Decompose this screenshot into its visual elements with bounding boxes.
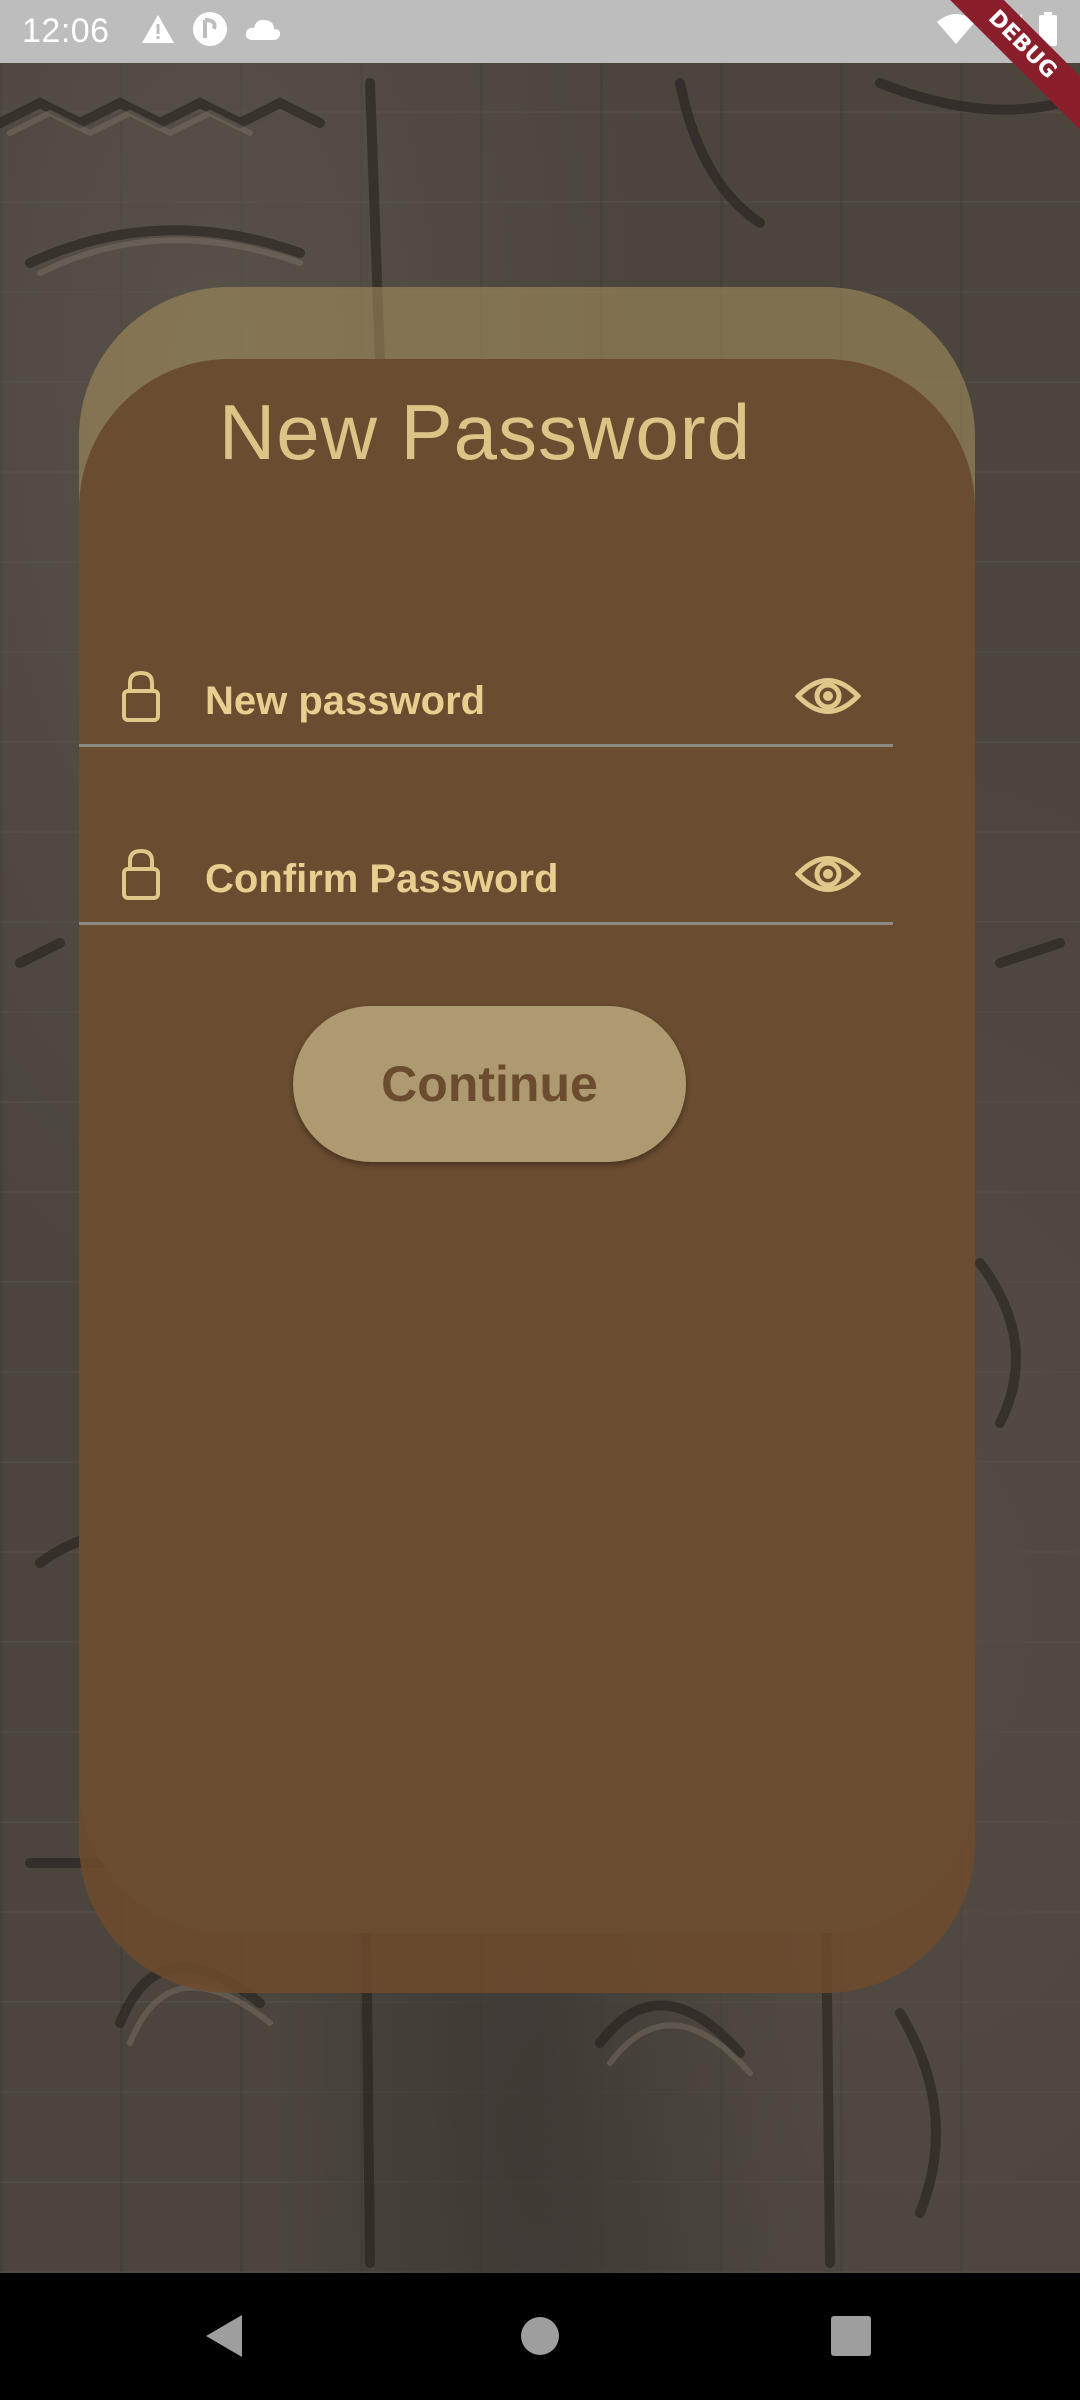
status-bar: 12:06: [0, 0, 1080, 63]
home-icon[interactable]: [520, 2313, 560, 2364]
warning-icon: [140, 13, 176, 50]
eye-icon[interactable]: [794, 851, 862, 902]
new-password-field[interactable]: New password: [79, 657, 893, 747]
lock-icon: [121, 847, 161, 906]
app-icon: [192, 11, 228, 52]
new-password-placeholder: New password: [205, 679, 486, 723]
navigation-bar: [0, 2273, 1080, 2400]
back-icon[interactable]: [204, 2313, 244, 2364]
screen: 12:06 DEBUG New Password New password Co…: [0, 0, 1080, 2400]
continue-button[interactable]: Continue: [293, 1006, 686, 1162]
cloud-icon: [244, 16, 282, 47]
status-icons-left: [140, 11, 282, 52]
lock-icon: [121, 669, 161, 728]
confirm-password-placeholder: Confirm Password: [205, 857, 559, 901]
eye-icon[interactable]: [794, 673, 862, 724]
recents-icon[interactable]: [830, 2313, 872, 2364]
confirm-password-field[interactable]: Confirm Password: [79, 835, 893, 925]
page-title: New Password: [218, 388, 752, 476]
status-time: 12:06: [22, 12, 110, 50]
